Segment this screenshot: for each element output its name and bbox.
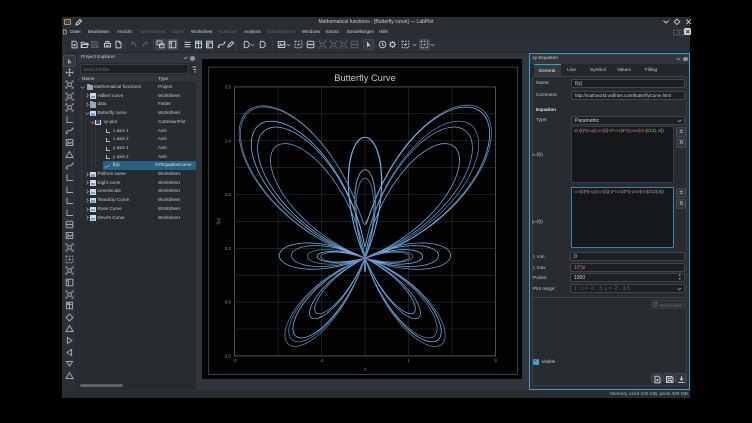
svg-text:1: 1 <box>407 358 410 363</box>
svg-text:f(x): f(x) <box>216 217 221 224</box>
svg-text:-2.0: -2.0 <box>223 353 231 358</box>
svg-text:Butterfly Curve: Butterfly Curve <box>334 73 396 83</box>
svg-text:-3: -3 <box>232 358 236 363</box>
svg-text:-0.9: -0.9 <box>223 299 231 304</box>
svg-text:-1: -1 <box>319 358 323 363</box>
svg-text:3.5: 3.5 <box>224 84 231 89</box>
svg-text:0.2: 0.2 <box>224 246 231 251</box>
svg-text:3: 3 <box>494 358 497 363</box>
svg-text:2.4: 2.4 <box>224 138 231 143</box>
svg-text:1.3: 1.3 <box>224 192 231 197</box>
svg-text:x: x <box>363 366 366 371</box>
